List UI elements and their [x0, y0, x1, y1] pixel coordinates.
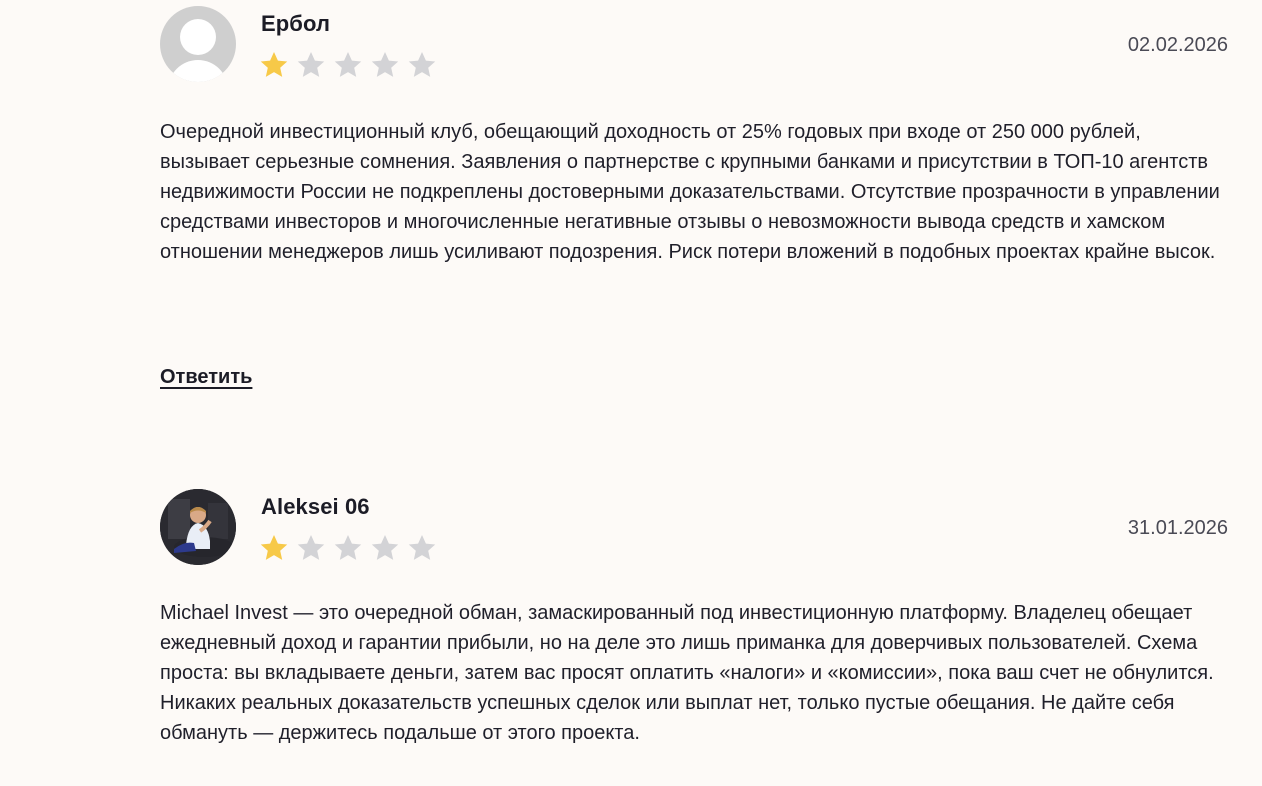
star-empty-icon — [370, 533, 404, 563]
reply-link[interactable]: Ответить — [160, 366, 252, 389]
review-author: Aleksei 06 — [261, 494, 370, 519]
user-photo-avatar — [160, 489, 236, 565]
star-empty-icon — [407, 533, 441, 563]
reviews-page: Ербол 02.02.2026 Очередной инвестиционны… — [0, 0, 1262, 786]
star-empty-icon — [296, 533, 330, 563]
star-filled-icon — [259, 533, 293, 563]
star-filled-icon — [259, 50, 293, 80]
star-empty-icon — [333, 533, 367, 563]
review-text: Очередной инвестиционный клуб, обещающий… — [160, 121, 1220, 263]
star-rating — [259, 50, 441, 80]
review-author: Ербол — [261, 11, 331, 36]
review-text: Michael Invest — это очередной обман, за… — [160, 602, 1214, 744]
person-photo-icon — [160, 489, 236, 565]
star-empty-icon — [296, 50, 330, 80]
star-empty-icon — [407, 50, 441, 80]
user-avatar-icon — [160, 6, 236, 82]
star-empty-icon — [333, 50, 367, 80]
star-empty-icon — [370, 50, 404, 80]
star-rating — [259, 533, 441, 563]
review-date: 02.02.2026 — [1127, 34, 1228, 56]
review-date: 31.01.2026 — [1127, 517, 1228, 539]
